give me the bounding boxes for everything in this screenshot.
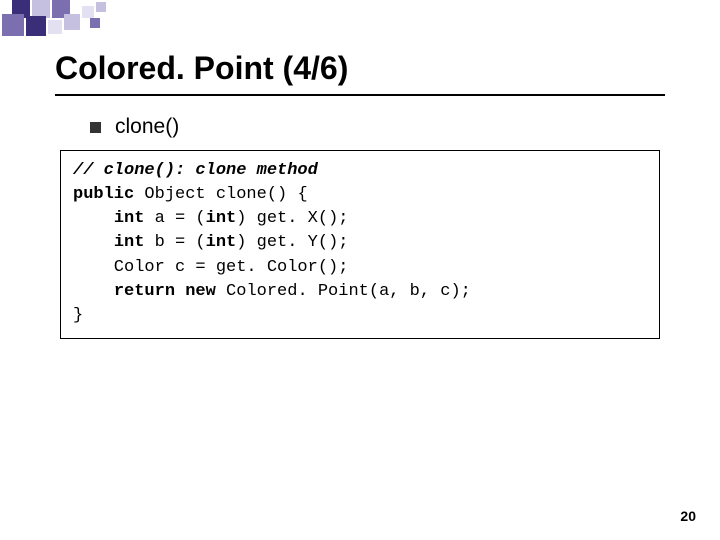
kw-int: int bbox=[206, 233, 237, 252]
kw-public: public bbox=[73, 185, 134, 204]
bullet-text: clone() bbox=[115, 115, 179, 139]
code-text: Color c = get. Color(); bbox=[73, 258, 348, 277]
decor-square bbox=[64, 14, 80, 30]
code-text: ) get. Y(); bbox=[236, 233, 348, 252]
code-box: // clone(): clone method public Object c… bbox=[60, 150, 660, 339]
kw-return-new: return new bbox=[114, 282, 216, 301]
code-text: ) get. X(); bbox=[236, 209, 348, 228]
code-text: Object clone() { bbox=[134, 185, 307, 204]
indent bbox=[73, 282, 114, 301]
decor-square bbox=[26, 16, 46, 36]
decor-square bbox=[96, 2, 106, 12]
decor-square bbox=[82, 6, 94, 18]
code-comment: // clone(): clone method bbox=[73, 161, 318, 180]
kw-int: int bbox=[114, 209, 145, 228]
code-block: // clone(): clone method public Object c… bbox=[73, 159, 647, 328]
slide-decor bbox=[0, 0, 160, 50]
decor-square bbox=[2, 14, 24, 36]
code-text: b = ( bbox=[144, 233, 205, 252]
code-text: Colored. Point(a, b, c); bbox=[216, 282, 471, 301]
code-text: a = ( bbox=[144, 209, 205, 228]
page-number: 20 bbox=[680, 508, 696, 524]
kw-int: int bbox=[206, 209, 237, 228]
slide-title: Colored. Point (4/6) bbox=[55, 50, 348, 87]
code-text: } bbox=[73, 306, 83, 325]
decor-square bbox=[48, 20, 62, 34]
decor-square bbox=[90, 18, 100, 28]
title-underline bbox=[55, 94, 665, 96]
bullet-row: clone() bbox=[90, 115, 179, 139]
bullet-icon bbox=[90, 122, 101, 133]
kw-int: int bbox=[114, 233, 145, 252]
indent bbox=[73, 209, 114, 228]
indent bbox=[73, 233, 114, 252]
